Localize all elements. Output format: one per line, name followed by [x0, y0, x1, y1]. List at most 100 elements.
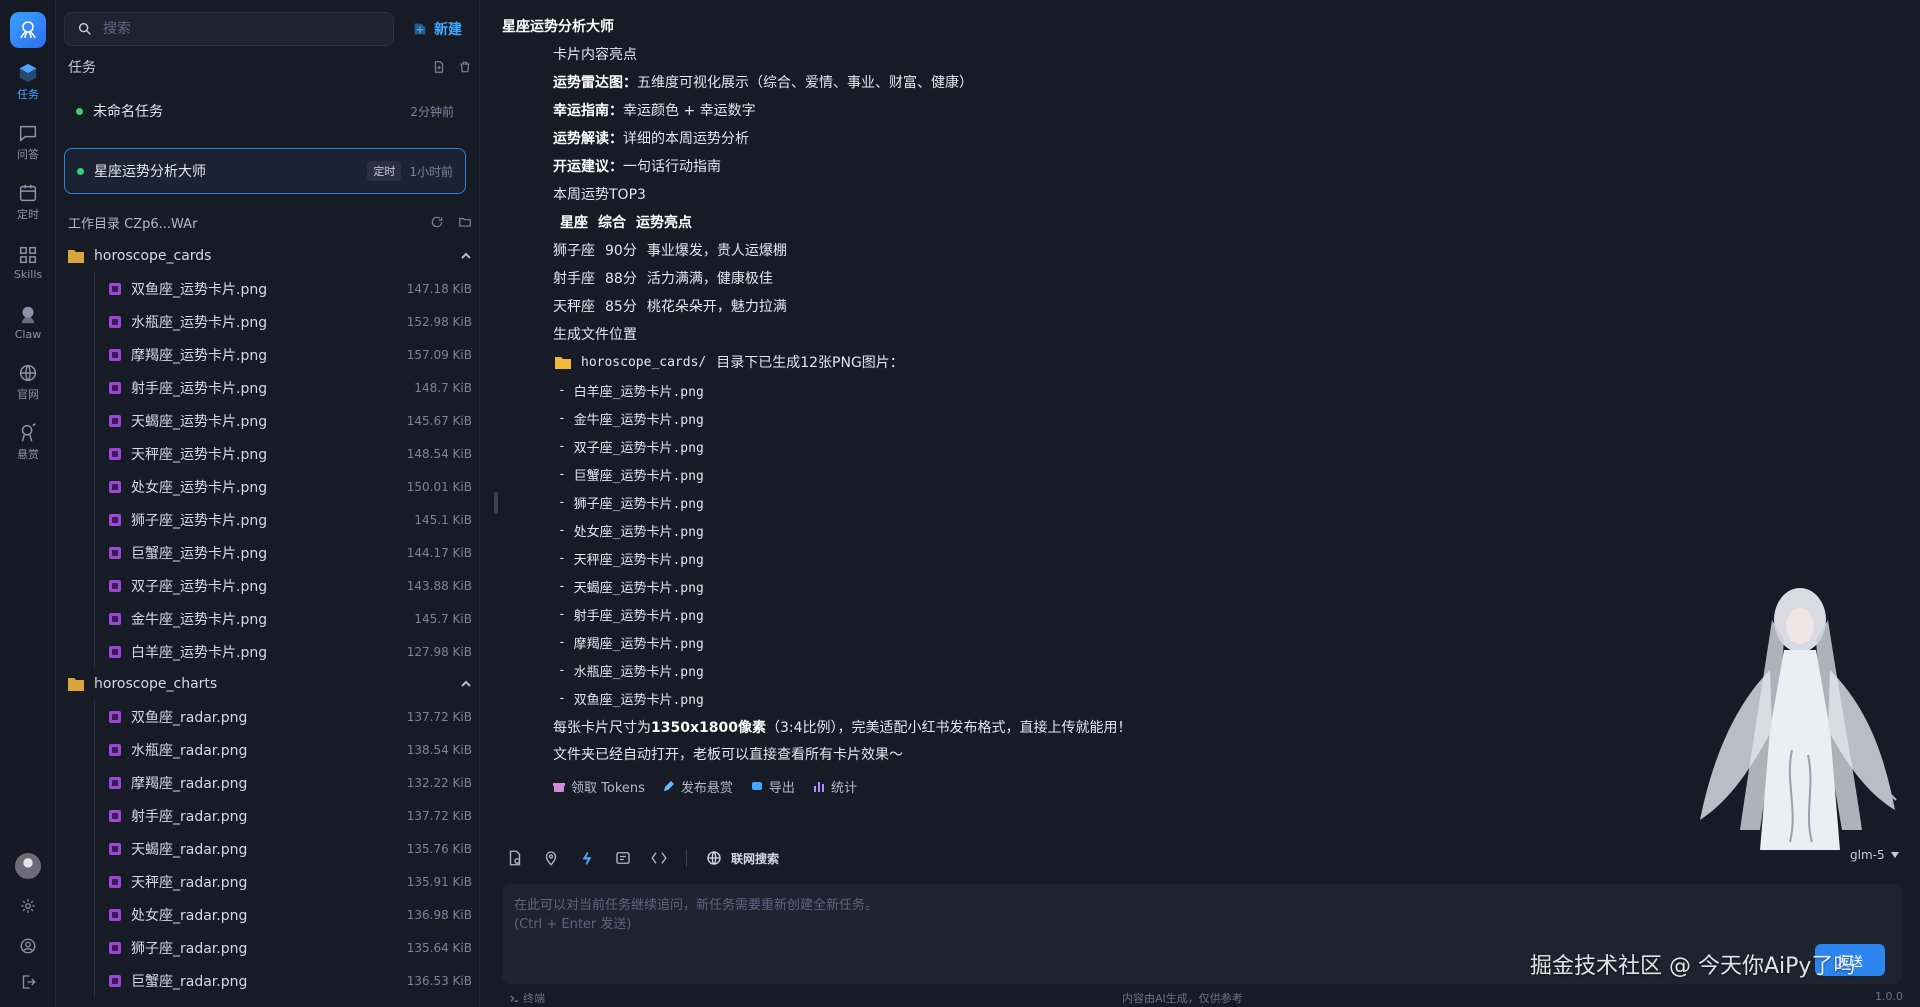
- file-row[interactable]: 金牛座_运势卡片.png 145.7 KiB: [94, 602, 472, 635]
- folder-horoscope-cards[interactable]: horoscope_cards: [68, 242, 472, 270]
- post-bounty-button[interactable]: 发布悬赏: [663, 776, 733, 796]
- trash-icon[interactable]: [458, 60, 472, 74]
- file-row[interactable]: 双鱼座_radar.png 137.72 KiB: [94, 700, 472, 733]
- file-name: 巨蟹座_radar.png: [131, 973, 248, 990]
- file-name: 狮子座_radar.png: [131, 940, 248, 957]
- rail-website[interactable]: 官网: [0, 356, 56, 408]
- generated-file-name: 天蝎座_运势卡片.png: [573, 580, 704, 596]
- gear-icon: [21, 899, 35, 913]
- new-task-button[interactable]: 新建: [408, 16, 466, 42]
- top3-header-sign: 星座: [560, 215, 588, 231]
- rail-skills[interactable]: Skills: [0, 236, 56, 288]
- attach-file-icon[interactable]: [506, 849, 524, 867]
- file-name: 处女座_运势卡片.png: [131, 479, 268, 496]
- generated-file-name: 白羊座_运势卡片.png: [573, 384, 704, 400]
- web-search-toggle[interactable]: 联网搜索: [705, 849, 779, 867]
- new-file-icon[interactable]: [432, 60, 446, 74]
- rail-claw[interactable]: Claw: [0, 296, 56, 348]
- file-row[interactable]: 天蝎座_运势卡片.png 145.67 KiB: [94, 404, 472, 437]
- file-name: 水瓶座_radar.png: [131, 742, 248, 759]
- file-row[interactable]: 双子座_运势卡片.png 143.88 KiB: [94, 569, 472, 602]
- new-task-icon: [414, 23, 426, 35]
- toolbar-divider: [686, 849, 687, 867]
- export-button[interactable]: 导出: [751, 776, 795, 796]
- file-name: 双鱼座_radar.png: [131, 709, 248, 726]
- file-row[interactable]: 水瓶座_运势卡片.png 152.98 KiB: [94, 305, 472, 338]
- file-row[interactable]: 狮子座_运势卡片.png 145.1 KiB: [94, 503, 472, 536]
- top3-score: 85分: [605, 299, 637, 315]
- code-icon[interactable]: [650, 849, 668, 867]
- highlight-key: 幸运指南：: [553, 103, 623, 119]
- file-size: 127.98 KiB: [406, 644, 472, 659]
- skill-hand-icon[interactable]: [578, 849, 596, 867]
- image-file-icon: [109, 315, 121, 328]
- folder-horoscope-charts[interactable]: horoscope_charts: [68, 670, 472, 698]
- file-row[interactable]: 巨蟹座_运势卡片.png 144.17 KiB: [94, 536, 472, 569]
- cube-icon: [19, 63, 37, 83]
- chevron-up-icon[interactable]: [460, 678, 472, 690]
- rail-qa[interactable]: 问答: [0, 116, 56, 168]
- document-icon[interactable]: [614, 849, 632, 867]
- file-row[interactable]: 天蝎座_radar.png 135.76 KiB: [94, 832, 472, 865]
- file-row[interactable]: 双鱼座_运势卡片.png 147.18 KiB: [94, 272, 472, 305]
- generated-file: - 水瓶座_运势卡片.png: [558, 662, 704, 680]
- rail-settings[interactable]: [0, 890, 56, 922]
- task-name: 未命名任务: [93, 104, 163, 120]
- task-time: 1小时前: [409, 164, 453, 179]
- model-selector[interactable]: glm-5: [1850, 848, 1899, 862]
- task-panel: 新建 任务 未命名任务 2分钟前 星座运势分析大师 定时 1小时前 工作目录 C…: [56, 0, 480, 1007]
- search-input[interactable]: [103, 21, 353, 37]
- post-bounty-label: 发布悬赏: [680, 780, 733, 796]
- file-row[interactable]: 狮子座_radar.png 135.64 KiB: [94, 931, 472, 964]
- rail-account[interactable]: [0, 930, 56, 962]
- image-file-icon: [109, 282, 121, 295]
- chevron-up-icon[interactable]: [460, 250, 472, 262]
- rail-schedule[interactable]: 定时: [0, 176, 56, 228]
- generated-file-name: 射手座_运势卡片.png: [573, 608, 704, 624]
- rail-logout[interactable]: [0, 966, 56, 998]
- top3-note: 桃花朵朵开，魅力拉满: [646, 299, 787, 315]
- generated-file-name: 双鱼座_运势卡片.png: [573, 692, 704, 708]
- file-row[interactable]: 水瓶座_radar.png 138.54 KiB: [94, 733, 472, 766]
- file-row[interactable]: 巨蟹座_radar.png 136.53 KiB: [94, 964, 472, 997]
- file-row[interactable]: 射手座_radar.png 137.72 KiB: [94, 799, 472, 832]
- task-item[interactable]: 未命名任务 2分钟前: [64, 88, 466, 134]
- file-row[interactable]: 射手座_运势卡片.png 148.7 KiB: [94, 371, 472, 404]
- folder-icon: [555, 356, 571, 369]
- file-row[interactable]: 处女座_运势卡片.png 150.01 KiB: [94, 470, 472, 503]
- resize-handle[interactable]: [494, 492, 498, 514]
- refresh-icon[interactable]: [430, 215, 444, 229]
- file-name: 巨蟹座_运势卡片.png: [131, 545, 268, 562]
- file-row[interactable]: 摩羯座_运势卡片.png 157.09 KiB: [94, 338, 472, 371]
- file-row[interactable]: 天秤座_运势卡片.png 148.54 KiB: [94, 437, 472, 470]
- terminal-toggle[interactable]: 终端: [510, 990, 545, 1006]
- file-size: 148.54 KiB: [406, 446, 472, 461]
- claim-tokens-button[interactable]: 领取 Tokens: [553, 776, 645, 796]
- image-file-icon: [109, 776, 121, 789]
- image-file-icon: [109, 447, 121, 460]
- image-file-icon: [109, 809, 121, 822]
- chevron-up-icon[interactable]: [1886, 792, 1898, 804]
- rail-bounty[interactable]: 悬赏: [0, 416, 56, 468]
- calendar-icon: [19, 184, 37, 202]
- file-row[interactable]: 摩羯座_radar.png 132.22 KiB: [94, 766, 472, 799]
- stats-button[interactable]: 统计: [813, 776, 857, 796]
- top3-note: 事业爆发，贵人运爆棚: [646, 243, 787, 259]
- rail-user-avatar[interactable]: [0, 850, 56, 882]
- file-size: 145.67 KiB: [406, 413, 472, 428]
- task-item-selected[interactable]: 星座运势分析大师 定时 1小时前: [64, 148, 466, 194]
- file-name: 天蝎座_radar.png: [131, 841, 248, 858]
- search-box[interactable]: [64, 12, 394, 46]
- file-row[interactable]: 天秤座_radar.png 135.91 KiB: [94, 865, 472, 898]
- app-logo[interactable]: [10, 12, 46, 48]
- image-file-icon: [109, 875, 121, 888]
- file-size: 157.09 KiB: [406, 347, 472, 362]
- rail-tasks[interactable]: 任务: [0, 56, 56, 108]
- generated-file-name: 双子座_运势卡片.png: [573, 440, 704, 456]
- open-folder-icon[interactable]: [458, 215, 472, 229]
- top3-note: 活力满满，健康极佳: [646, 271, 773, 287]
- file-row[interactable]: 处女座_radar.png 136.98 KiB: [94, 898, 472, 931]
- top3-score: 88分: [605, 271, 637, 287]
- file-row[interactable]: 白羊座_运势卡片.png 127.98 KiB: [94, 635, 472, 668]
- location-pin-icon[interactable]: [542, 849, 560, 867]
